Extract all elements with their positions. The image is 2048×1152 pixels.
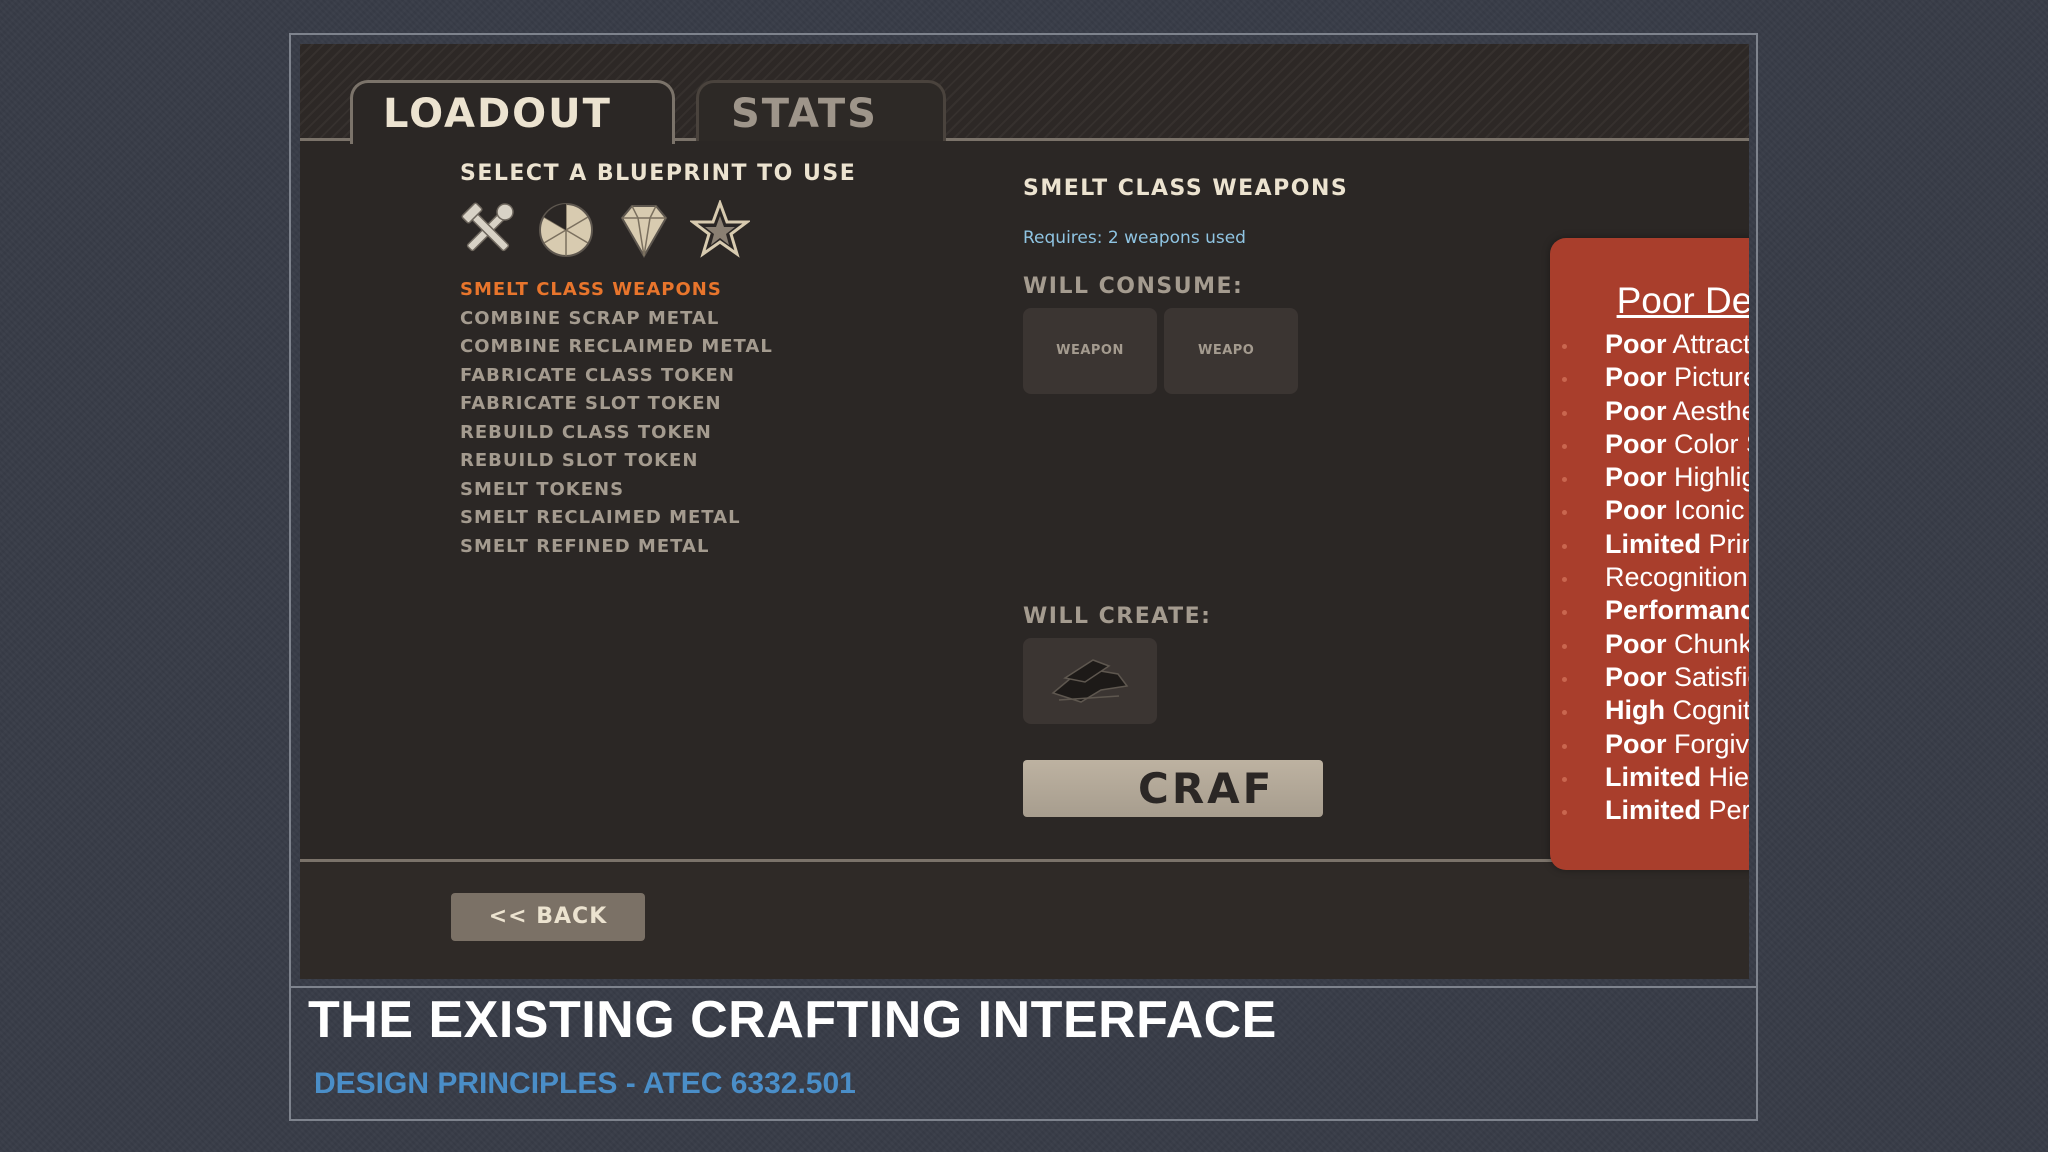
quality-text: Color Selection (1674, 428, 1749, 459)
quality-item: Poor Forgiveness (1550, 728, 1749, 761)
star-icon[interactable] (690, 200, 750, 260)
callout-title: Poor Design Qualities (1616, 280, 1749, 321)
quality-emphasis: Poor (1605, 728, 1667, 759)
will-consume-label: WILL CONSUME: (1023, 274, 1244, 299)
bullet-icon (1562, 477, 1567, 483)
craft-button[interactable]: CRAF (1023, 760, 1323, 817)
quality-text: Recognition vs (1605, 562, 1749, 593)
bullet-icon (1562, 776, 1567, 782)
recipe-item[interactable]: REBUILD CLASS TOKEN (460, 419, 773, 448)
bullet-icon (1562, 577, 1567, 583)
quality-item: Limited Hierarchy of Needs (1550, 761, 1749, 794)
quality-emphasis: Poor (1605, 362, 1667, 393)
back-button[interactable]: << BACK (451, 893, 645, 941)
recipe-item[interactable]: COMBINE RECLAIMED METAL (460, 333, 773, 362)
consume-slot-weapon-2[interactable]: WEAPO (1164, 308, 1298, 394)
quality-text: Aesthetic-Usability Effect (1672, 395, 1749, 426)
footer-line (300, 859, 1749, 862)
quality-list: Poor Attractiveness BiasPoor Picture Sup… (1550, 328, 1749, 827)
bullet-icon (1562, 543, 1567, 549)
bullet-icon (1562, 743, 1567, 749)
create-slot[interactable] (1023, 638, 1157, 724)
quality-item: Poor Chunking (1550, 628, 1749, 661)
quality-emphasis: Poor (1605, 428, 1667, 459)
quality-item: Poor Picture Superiority Effect (1550, 361, 1749, 394)
quality-item: Poor Attractiveness Bias (1550, 328, 1749, 361)
quality-item: High Cognitive Load (1550, 694, 1749, 727)
wrench-hammer-icon[interactable] (458, 200, 518, 260)
bullet-icon (1562, 610, 1567, 616)
quality-text: Hierarchy of Needs (1708, 761, 1749, 792)
requires-text: Requires: 2 weapons used (1023, 228, 1246, 248)
quality-item: Poor Highlighting (1550, 461, 1749, 494)
recipe-item[interactable]: FABRICATE SLOT TOKEN (460, 390, 773, 419)
pie-icon[interactable] (536, 200, 596, 260)
quality-item: Poor Iconic Representation (1550, 494, 1749, 527)
quality-item: Poor Satisficing (1550, 661, 1749, 694)
quality-text: Chunking (1674, 628, 1749, 659)
will-create-label: WILL CREATE: (1023, 604, 1212, 629)
recipe-item[interactable]: SMELT REFINED METAL (460, 533, 773, 562)
quality-text: Highlighting (1674, 462, 1749, 493)
recipe-list: SMELT CLASS WEAPONS COMBINE SCRAP METAL CO… (460, 276, 773, 561)
quality-text: Forgiveness (1674, 728, 1749, 759)
recipe-item[interactable]: COMBINE SCRAP METAL (460, 305, 773, 334)
tab-loadout[interactable]: LOADOUT (350, 80, 675, 144)
quality-text: Cognitive Load (1672, 695, 1750, 726)
bullet-icon (1562, 443, 1567, 449)
bullet-icon (1562, 676, 1567, 682)
slide-title: THE EXISTING CRAFTING INTERFACE (308, 991, 1277, 1049)
quality-emphasis: Limited (1605, 795, 1702, 826)
recipe-item[interactable]: FABRICATE CLASS TOKEN (460, 362, 773, 391)
quality-item: Limited Priming (1550, 528, 1749, 561)
quality-item: Poor Color Selection (1550, 428, 1749, 461)
bullet-icon (1562, 710, 1567, 716)
slide-subtitle: DESIGN PRINCIPLES - ATEC 6332.501 (314, 1067, 856, 1100)
quality-item: Poor Aesthetic-Usability Effect (1550, 395, 1749, 428)
blueprint-heading: SELECT A BLUEPRINT TO USE (460, 161, 857, 186)
detail-title: SMELT CLASS WEAPONS (1023, 176, 1349, 201)
tab-stats[interactable]: STATS (696, 80, 946, 141)
quality-item: Performance vs Preference (1550, 594, 1749, 627)
scrap-metal-icon (1051, 659, 1129, 703)
quality-emphasis: Limited (1605, 761, 1702, 792)
bullet-icon (1562, 344, 1567, 349)
frame-divider (289, 986, 1758, 988)
quality-text: Priming (1708, 528, 1749, 559)
quality-text: Satisficing (1674, 661, 1749, 692)
quality-emphasis: Poor (1605, 661, 1667, 692)
poor-design-qualities-callout: Poor Design Qualities Poor Attractivenes… (1550, 238, 1749, 870)
quality-item: Limited Personas (1550, 794, 1749, 827)
recipe-item[interactable]: SMELT TOKENS (460, 476, 773, 505)
quality-emphasis: Poor (1605, 329, 1667, 359)
quality-emphasis: Performance (1605, 595, 1749, 626)
quality-text: Picture Superiority Effect (1674, 362, 1749, 393)
bullet-icon (1562, 643, 1567, 649)
quality-text: Attractiveness Bias (1672, 329, 1749, 359)
quality-emphasis: High (1605, 695, 1665, 726)
recipe-item[interactable]: SMELT CLASS WEAPONS (460, 276, 773, 305)
quality-emphasis: Poor (1605, 395, 1667, 426)
bullet-icon (1562, 377, 1567, 383)
crafting-screenshot: STATS LOADOUT SELECT A BLUEPRINT TO USE … (300, 44, 1749, 979)
bullet-icon (1562, 510, 1567, 516)
recipe-item[interactable]: SMELT RECLAIMED METAL (460, 504, 773, 533)
recipe-item[interactable]: REBUILD SLOT TOKEN (460, 447, 773, 476)
quality-text: Iconic Representation (1674, 495, 1749, 526)
consume-slot-weapon[interactable]: WEAPON (1023, 308, 1157, 394)
quality-emphasis: Poor (1605, 628, 1667, 659)
quality-emphasis: Limited (1605, 528, 1702, 559)
bullet-icon (1562, 410, 1567, 416)
quality-emphasis: Poor (1605, 462, 1667, 493)
quality-emphasis: Poor (1605, 495, 1667, 526)
bullet-icon (1562, 810, 1567, 816)
quality-item: Recognition vs Recall (1550, 561, 1749, 594)
diamond-icon[interactable] (614, 200, 674, 260)
quality-text: Personas (1708, 795, 1749, 826)
